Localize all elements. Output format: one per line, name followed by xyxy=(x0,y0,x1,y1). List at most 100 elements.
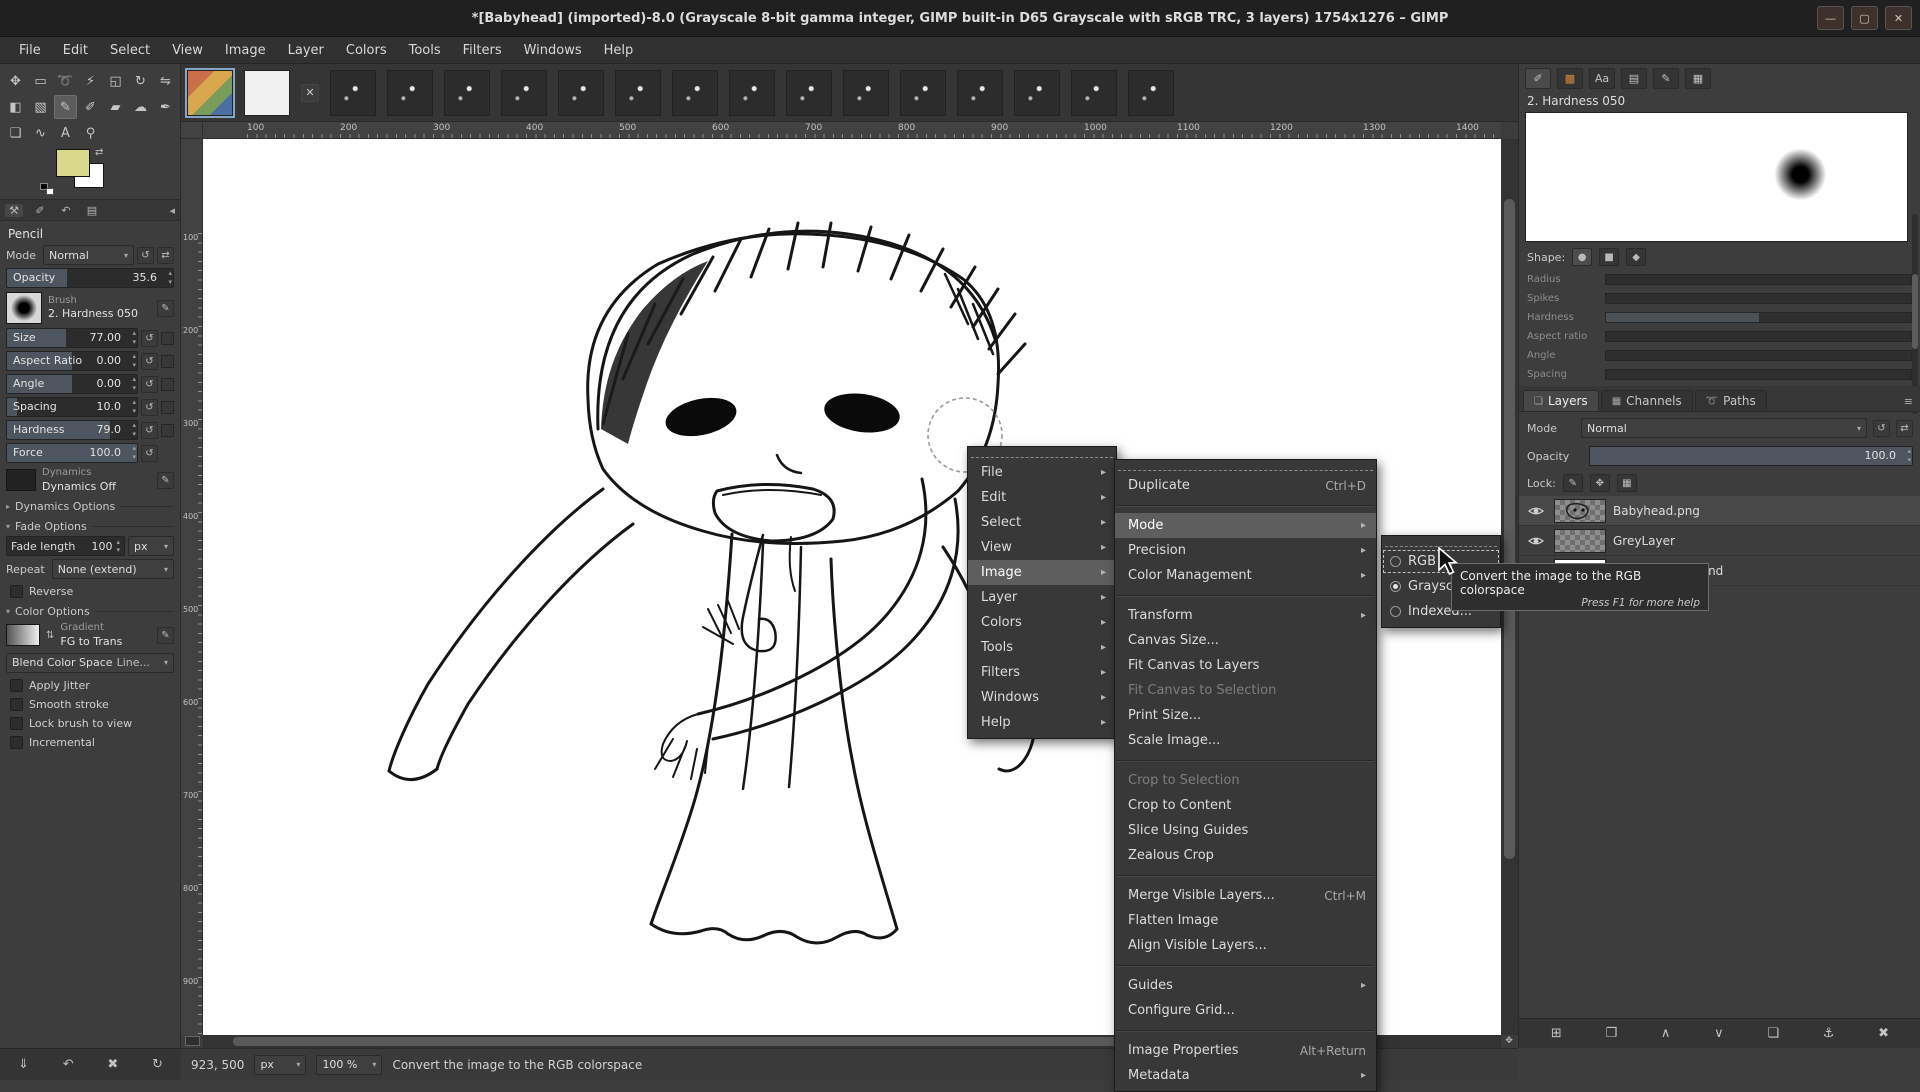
spinner[interactable]: ▴▾ xyxy=(1907,447,1911,465)
menu-item[interactable]: ▸ xyxy=(1115,753,1376,768)
slider[interactable] xyxy=(1605,350,1912,361)
menu-item[interactable]: Windows ▸ xyxy=(968,685,1116,710)
menubar-item[interactable]: Edit xyxy=(52,39,99,62)
slider[interactable] xyxy=(1605,274,1912,285)
scrollbar-thumb[interactable] xyxy=(1504,199,1515,859)
tool-text[interactable]: A xyxy=(54,121,77,145)
dock-tab-device-status[interactable]: ✐ xyxy=(31,204,49,217)
menu-item[interactable]: Layer ▸ xyxy=(968,585,1116,610)
menu-item[interactable]: Guides ▸ xyxy=(1115,973,1376,998)
mode-reset-icon[interactable]: ↺ xyxy=(137,247,154,264)
menu-item[interactable]: Crop to Selection ▸ xyxy=(1115,768,1376,793)
image-thumbnail[interactable] xyxy=(1014,70,1060,116)
reset-icon[interactable]: ↺ xyxy=(141,399,158,416)
menu-item[interactable]: ▸ xyxy=(1115,958,1376,973)
menu-item[interactable]: Image ▸ xyxy=(968,560,1116,585)
ruler-origin[interactable] xyxy=(181,122,203,139)
restore-tool-preset-button[interactable]: ↶ xyxy=(63,1057,74,1072)
menu-item[interactable]: Configure Grid... ▸ xyxy=(1115,998,1376,1023)
checkbox-row[interactable]: Smooth stroke xyxy=(10,698,170,711)
menu-item[interactable]: Help ▸ xyxy=(968,710,1116,735)
layer-mode-select[interactable]: Normal ▾ xyxy=(1581,418,1867,438)
lock-pixels-icon[interactable]: ✎ xyxy=(1563,474,1583,492)
menu-item[interactable]: Align Visible Layers... ▸ xyxy=(1115,933,1376,958)
paths-tab[interactable]: ➰ Paths xyxy=(1695,390,1767,411)
tearoff-line[interactable] xyxy=(1118,463,1373,471)
layer-row[interactable]: GreyLayer xyxy=(1519,526,1920,556)
tool-free-select[interactable]: ➰ xyxy=(54,69,77,93)
tool-clone[interactable]: ❏ xyxy=(4,121,27,145)
link-toggle[interactable] xyxy=(161,401,174,414)
tool-airbrush[interactable]: ☁ xyxy=(129,95,152,119)
visibility-eye-icon[interactable] xyxy=(1525,531,1547,551)
menubar-item[interactable]: Select xyxy=(99,39,161,62)
tab-menu-icon[interactable]: ≡ xyxy=(1900,395,1917,411)
spinner[interactable]: ▴▾ xyxy=(168,269,172,287)
link-toggle[interactable] xyxy=(161,332,174,345)
brush-grid-icon[interactable]: ▦ xyxy=(1685,68,1711,89)
tool-gradient[interactable]: ▧ xyxy=(29,95,52,119)
menu-item[interactable]: Fit Canvas to Layers ▸ xyxy=(1115,653,1376,678)
tool-eraser[interactable]: ▰ xyxy=(104,95,127,119)
menu-item[interactable]: Scale Image... ▸ xyxy=(1115,728,1376,753)
menu-item[interactable]: Metadata ▸ xyxy=(1115,1063,1376,1088)
tool-smudge[interactable]: ∿ xyxy=(29,121,52,145)
layers-tab[interactable]: ❏ Layers xyxy=(1523,390,1599,411)
menu-item[interactable]: Mode ▸ xyxy=(1115,513,1376,538)
menu-item[interactable]: Color Management ▸ xyxy=(1115,563,1376,588)
edit-dynamics-icon[interactable]: ✎ xyxy=(157,472,174,489)
image-thumbnail[interactable] xyxy=(957,70,1003,116)
slider[interactable] xyxy=(1605,312,1912,323)
maximize-button[interactable]: ▢ xyxy=(1851,6,1878,30)
tool-paintbrush[interactable]: ✐ xyxy=(79,95,102,119)
slider[interactable] xyxy=(1605,369,1912,380)
menu-item[interactable]: Filters ▸ xyxy=(968,660,1116,685)
tool-rotate[interactable]: ↻ xyxy=(129,69,152,93)
tearoff-line[interactable] xyxy=(971,450,1113,458)
horizontal-ruler[interactable]: 1002003004005006007008009001000110012001… xyxy=(203,122,1501,139)
shape-square-button[interactable]: ■ xyxy=(1599,248,1619,266)
gradient-flip-icon[interactable]: ⇅ xyxy=(46,630,54,641)
image-thumbnail[interactable] xyxy=(672,70,718,116)
menu-item[interactable]: Crop to Content ▸ xyxy=(1115,793,1376,818)
menu-item[interactable]: Tools ▸ xyxy=(968,635,1116,660)
minimize-button[interactable]: — xyxy=(1817,6,1844,30)
brushes-tab[interactable]: ✐ xyxy=(1525,68,1551,89)
menu-item[interactable]: Print Size... ▸ xyxy=(1115,703,1376,728)
fonts-tab[interactable]: Aa xyxy=(1589,68,1615,89)
new-group-button[interactable]: ❐ xyxy=(1606,1026,1618,1041)
channels-tab[interactable]: ▦ Channels xyxy=(1601,390,1693,411)
mode-switch-icon[interactable]: ⇄ xyxy=(157,247,174,264)
menu-item[interactable]: Colors ▸ xyxy=(968,610,1116,635)
foreground-color-swatch[interactable] xyxy=(56,149,90,177)
fade-length-field[interactable]: Fade length 100 ▴▾ xyxy=(6,536,125,556)
menu-item[interactable]: Slice Using Guides ▸ xyxy=(1115,818,1376,843)
dynamics-options-expander[interactable]: ▸ Dynamics Options xyxy=(6,500,174,513)
delete-tool-preset-button[interactable]: ✖ xyxy=(107,1057,118,1072)
lower-layer-button[interactable]: ∨ xyxy=(1714,1026,1724,1041)
shape-circle-button[interactable]: ● xyxy=(1572,248,1592,266)
image-thumbnail[interactable] xyxy=(843,70,889,116)
reset-icon[interactable]: ↺ xyxy=(141,445,158,462)
slider[interactable]: Spacing 10.0 ▴▾ xyxy=(6,397,138,417)
slider[interactable]: Hardness 79.0 ▴▾ xyxy=(6,420,138,440)
menu-item[interactable]: View ▸ xyxy=(968,535,1116,560)
edit-brush-icon[interactable]: ✎ xyxy=(157,300,174,317)
spinner[interactable]: ▴▾ xyxy=(132,444,136,462)
menubar-item[interactable]: Colors xyxy=(335,39,398,62)
menu-item[interactable]: Duplicate Ctrl+D ▸ xyxy=(1115,473,1376,498)
menu-item[interactable]: ▸ xyxy=(1115,1023,1376,1038)
dock-tab-undo-history[interactable]: ↶ xyxy=(57,204,75,217)
close-icon[interactable]: ✕ xyxy=(301,84,319,102)
menu-item[interactable]: Merge Visible Layers... Ctrl+M ▸ xyxy=(1115,883,1376,908)
tool-fuzzy-select[interactable]: ⚡ xyxy=(79,69,102,93)
fade-options-expander[interactable]: ▾ Fade Options xyxy=(6,520,174,533)
slider[interactable]: Aspect Ratio 0.00 ▴▾ xyxy=(6,351,138,371)
gradient-preview[interactable] xyxy=(6,624,40,646)
color-options-expander[interactable]: ▾ Color Options xyxy=(6,605,174,618)
delete-layer-button[interactable]: ✖ xyxy=(1878,1026,1889,1041)
scrollbar-thumb[interactable] xyxy=(233,1037,1133,1046)
menu-item[interactable]: ▸ xyxy=(1115,498,1376,513)
edit-brush-icon[interactable]: ✎ xyxy=(1653,68,1679,89)
layer-opacity-slider[interactable]: 100.0 ▴▾ xyxy=(1589,446,1913,466)
